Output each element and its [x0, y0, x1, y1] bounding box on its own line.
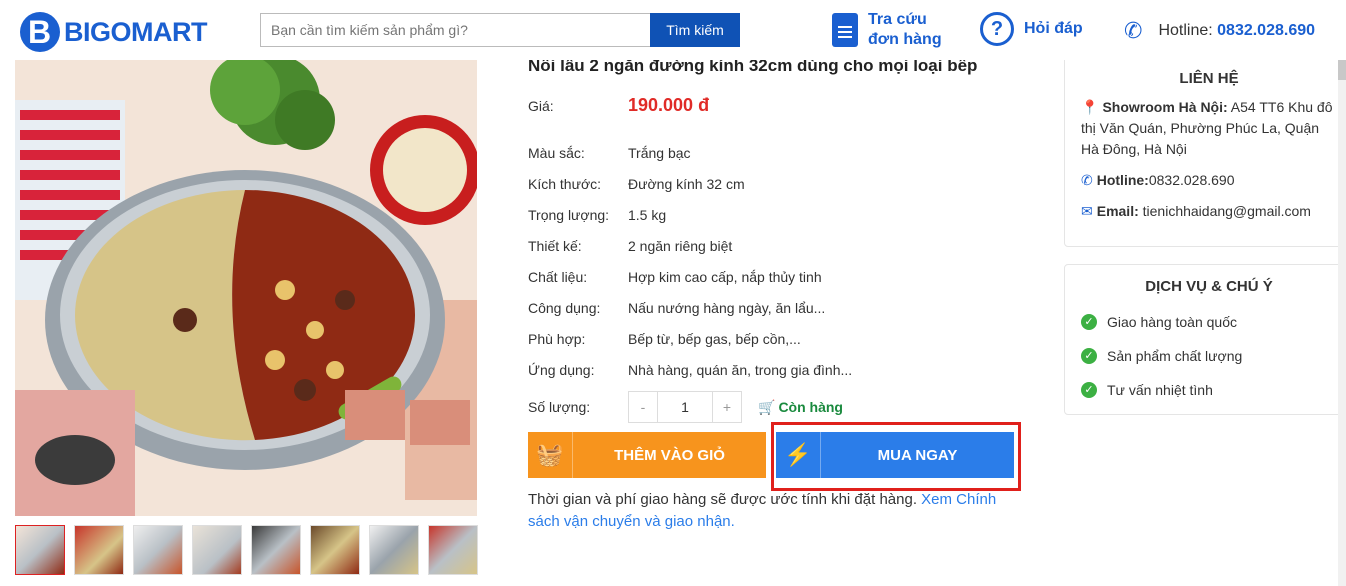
- quantity-stepper: - 1 +: [628, 391, 742, 423]
- header-hotline[interactable]: ✆ Hotline: 0832.028.690: [1124, 18, 1315, 44]
- showroom-info: 📍 Showroom Hà Nội: A54 TT6 Khu đô thị Văn…: [1081, 97, 1337, 160]
- check-icon: ✓: [1081, 382, 1097, 398]
- hotpot-photo: [15, 60, 477, 516]
- check-icon: ✓: [1081, 348, 1097, 364]
- services-title: DỊCH VỤ & CHÚ Ý: [1145, 278, 1273, 295]
- spec-row: Ứng dụng: Nhà hàng, quán ăn, trong gia đì…: [528, 354, 852, 385]
- faq-link[interactable]: ? Hỏi đáp: [980, 12, 1083, 46]
- page-scrollbar[interactable]: [1338, 0, 1346, 586]
- faq-label: Hỏi đáp: [1024, 20, 1083, 37]
- thumbnail-5[interactable]: [251, 525, 301, 575]
- contact-hotline-number[interactable]: 0832.028.690: [1149, 172, 1235, 188]
- thumbnail-2[interactable]: [74, 525, 124, 575]
- email-icon: ✉: [1081, 203, 1093, 219]
- location-pin-icon: 📍: [1081, 99, 1099, 115]
- thumbnail-8[interactable]: [428, 525, 478, 575]
- search-bar: Tìm kiếm: [260, 13, 740, 47]
- spec-value: Trắng bạc: [628, 144, 691, 161]
- spec-value: Đường kính 32 cm: [628, 175, 745, 192]
- phone-icon: ✆: [1081, 172, 1093, 188]
- hotline-label: Hotline:: [1158, 22, 1213, 39]
- spec-row: Kích thước: Đường kính 32 cm: [528, 168, 852, 199]
- spec-row: Màu sắc: Trắng bạc: [528, 137, 852, 168]
- service-label: Sản phẩm chất lượng: [1107, 348, 1243, 364]
- question-icon: ?: [980, 12, 1014, 46]
- basket-icon: 🧺: [528, 432, 573, 478]
- delivery-note-text: Thời gian và phí giao hàng sẽ được ước t…: [528, 491, 917, 508]
- site-header: BIGOMART Tìm kiếm Tra cứu đơn hàng ? Hỏi…: [0, 0, 1346, 60]
- spec-value: 2 ngăn riêng biệt: [628, 237, 733, 254]
- search-button[interactable]: Tìm kiếm: [650, 13, 740, 47]
- showroom-label: Showroom Hà Nội:: [1102, 99, 1228, 115]
- buy-now-button[interactable]: ⚡ MUA NGAY: [776, 432, 1014, 478]
- service-item: ✓ Sản phẩm chất lượng: [1081, 339, 1337, 373]
- price-row: Giá: 190.000 đ: [528, 95, 709, 116]
- delivery-note: Thời gian và phí giao hàng sẽ được ước t…: [528, 489, 1008, 533]
- add-to-cart-label: THÊM VÀO GIỎ: [614, 446, 725, 464]
- thumbnail-3[interactable]: [133, 525, 183, 575]
- stock-label: Còn hàng: [778, 399, 843, 415]
- services-box: DỊCH VỤ & CHÚ Ý ✓ Giao hàng toàn quốc ✓ Sả…: [1064, 264, 1346, 415]
- lightning-icon: ⚡: [776, 432, 821, 478]
- order-lookup-link[interactable]: Tra cứu đơn hàng: [832, 10, 948, 50]
- product-price: 190.000 đ: [628, 95, 710, 115]
- logo[interactable]: BIGOMART: [20, 12, 207, 52]
- contact-title: LIÊN HỆ: [1179, 70, 1239, 87]
- quantity-minus-button[interactable]: -: [629, 392, 657, 422]
- logo-mark-icon: [20, 12, 60, 52]
- quantity-row: Số lượng: - 1 + 🛒 Còn hàng: [528, 391, 843, 423]
- quantity-label: Số lượng:: [528, 399, 591, 415]
- add-to-cart-button[interactable]: 🧺 THÊM VÀO GIỎ: [528, 432, 766, 478]
- spec-label: Thiết kế:: [528, 237, 582, 254]
- quantity-plus-button[interactable]: +: [713, 392, 741, 422]
- order-lookup-label: Tra cứu đơn hàng: [868, 11, 942, 48]
- service-label: Giao hàng toàn quốc: [1107, 314, 1237, 330]
- price-label: Giá:: [528, 97, 554, 114]
- spec-value: 1.5 kg: [628, 206, 667, 223]
- buy-now-label: MUA NGAY: [877, 446, 958, 464]
- spec-value: Nấu nướng hàng ngày, ăn lẩu...: [628, 299, 826, 316]
- quantity-input[interactable]: 1: [657, 392, 713, 422]
- thumbnail-4[interactable]: [192, 525, 242, 575]
- spec-row: Chất liệu: Hợp kim cao cấp, nắp thủy tinh: [528, 261, 852, 292]
- cart-icon: 🛒: [758, 398, 776, 415]
- stock-status: 🛒 Còn hàng: [758, 399, 843, 416]
- spec-row: Công dụng: Nấu nướng hàng ngày, ăn lẩu...: [528, 292, 852, 323]
- service-item: ✓ Tư vấn nhiệt tình: [1081, 373, 1337, 407]
- contact-hotline: ✆ Hotline:0832.028.690: [1081, 170, 1337, 191]
- thumbnail-7[interactable]: [369, 525, 419, 575]
- document-icon: [832, 13, 858, 47]
- spec-value: Bếp từ, bếp gas, bếp cồn,...: [628, 330, 801, 347]
- check-icon: ✓: [1081, 314, 1097, 330]
- product-main-image[interactable]: [15, 60, 477, 516]
- email-address[interactable]: tienichhaidang@gmail.com: [1143, 203, 1311, 219]
- thumbnail-strip: [15, 525, 478, 575]
- service-label: Tư vấn nhiệt tình: [1107, 382, 1213, 398]
- contact-box: LIÊN HỆ 📍 Showroom Hà Nội: A54 TT6 Khu đô…: [1064, 56, 1346, 247]
- hotline-number: 0832.028.690: [1217, 22, 1316, 39]
- email-label: Email:: [1096, 203, 1139, 219]
- thumbnail-1[interactable]: [15, 525, 65, 575]
- spec-label: Màu sắc:: [528, 144, 585, 161]
- thumbnail-6[interactable]: [310, 525, 360, 575]
- logo-text: BIGOMART: [64, 16, 207, 47]
- search-input[interactable]: [260, 13, 650, 47]
- contact-hotline-label: Hotline:: [1096, 172, 1149, 188]
- service-item: ✓ Giao hàng toàn quốc: [1081, 305, 1337, 339]
- spec-label: Ứng dụng:: [528, 361, 595, 378]
- contact-email: ✉ Email: tienichhaidang@gmail.com: [1081, 201, 1337, 222]
- spec-label: Kích thước:: [528, 175, 602, 192]
- spec-label: Trọng lượng:: [528, 206, 610, 223]
- spec-row: Phù hợp: Bếp từ, bếp gas, bếp cồn,...: [528, 323, 852, 354]
- spec-label: Phù hợp:: [528, 330, 586, 347]
- spec-label: Công dụng:: [528, 299, 601, 316]
- spec-label: Chất liệu:: [528, 268, 588, 285]
- spec-list: Màu sắc: Trắng bạc Kích thước: Đường kính …: [528, 137, 852, 385]
- spec-row: Trọng lượng: 1.5 kg: [528, 199, 852, 230]
- spec-value: Hợp kim cao cấp, nắp thủy tinh: [628, 268, 822, 285]
- spec-row: Thiết kế: 2 ngăn riêng biệt: [528, 230, 852, 261]
- spec-value: Nhà hàng, quán ăn, trong gia đình...: [628, 361, 853, 378]
- phone-icon: ✆: [1124, 18, 1143, 43]
